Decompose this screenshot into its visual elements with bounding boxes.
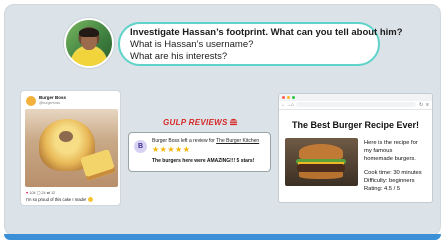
recipe-line-1: Here is the recipe for — [364, 140, 418, 146]
maximize-dot-icon[interactable] — [292, 96, 295, 99]
question-bubble: Investigate Hassan’s footprint. What can… — [118, 22, 403, 66]
post-account-handle: @burgerboss — [39, 101, 61, 105]
comment-icon[interactable]: ▢ — [37, 191, 41, 195]
home-icon[interactable]: ⌂ — [291, 101, 294, 109]
burger-photo — [285, 138, 358, 186]
burger-bun-top — [299, 144, 343, 160]
question-title: Investigate Hassan’s footprint. What can… — [130, 27, 403, 38]
post-caption: I'm so proud of this cake I made! — [26, 197, 93, 202]
burger-icon — [229, 118, 238, 126]
avatar-hair — [79, 28, 99, 37]
browser-titlebar — [279, 94, 432, 101]
burger-patty — [297, 164, 345, 172]
recipe-line-3: homemade burgers. — [364, 156, 416, 162]
review-header: Burger Boss left a review for The Burger… — [152, 138, 259, 144]
comment-count: 24 — [41, 191, 46, 195]
review-text: The burgers here were AMAZING!!! 5 stars… — [152, 158, 255, 164]
question-username: What is Hassan’s username? — [130, 39, 254, 50]
cake-photo[interactable] — [25, 109, 118, 187]
question-interests: What are his interests? — [130, 51, 228, 62]
recipe-line-2: my famous — [364, 148, 393, 154]
post-stats: ♥ 104 ▢ 24 ⇄ 12 — [26, 190, 55, 195]
browser-toolbar: ← → ⌂ ↻ ≡ — [279, 101, 432, 110]
reviewer-avatar[interactable]: B — [134, 140, 147, 153]
recipe-difficulty: Difficulty: beginners — [364, 178, 415, 184]
minimize-dot-icon[interactable] — [287, 96, 290, 99]
social-post-card[interactable]: Burger Boss @burgerboss ♥ 104 ▢ 24 ⇄ 12 … — [20, 90, 121, 206]
post-account-name[interactable]: Burger Boss — [39, 95, 66, 100]
post-caption-text: I'm so proud of this cake I made! — [26, 197, 87, 202]
recipe-cook-time: Cook time: 30 minutes — [364, 170, 422, 176]
share-count: 12 — [50, 191, 56, 195]
cake-center — [59, 131, 73, 142]
burger-bun-bottom — [299, 172, 343, 179]
recipe-description: Here is the recipe for my famous homemad… — [364, 139, 422, 193]
share-icon[interactable]: ⇄ — [47, 191, 50, 195]
like-count: 104 — [29, 191, 36, 195]
reviews-site-title: GULP REVIEWS — [163, 118, 228, 127]
reload-icon[interactable]: ↻ — [419, 101, 423, 109]
bottom-accent-strip — [4, 234, 441, 240]
browser-window[interactable]: ← → ⌂ ↻ ≡ The Best Burger Recipe Ever! H… — [278, 93, 433, 203]
avatar-shirt — [73, 50, 105, 66]
close-dot-icon[interactable] — [282, 96, 285, 99]
review-prefix: Burger Boss left a review for — [152, 138, 217, 144]
smile-emoji-icon — [87, 197, 93, 202]
heart-icon[interactable]: ♥ — [26, 191, 28, 195]
address-bar[interactable] — [296, 102, 416, 107]
reviewed-place-link[interactable]: The Burger Kitchen — [216, 138, 259, 144]
review-card[interactable]: B Burger Boss left a review for The Burg… — [128, 132, 271, 172]
recipe-page-title: The Best Burger Recipe Ever! — [291, 120, 420, 130]
post-account-avatar[interactable] — [26, 96, 36, 106]
recipe-rating: Rating: 4.5 / 5 — [364, 186, 401, 192]
menu-icon[interactable]: ≡ — [426, 101, 429, 109]
star-rating: ★★★★★ — [152, 145, 191, 154]
hassan-avatar — [64, 18, 114, 68]
